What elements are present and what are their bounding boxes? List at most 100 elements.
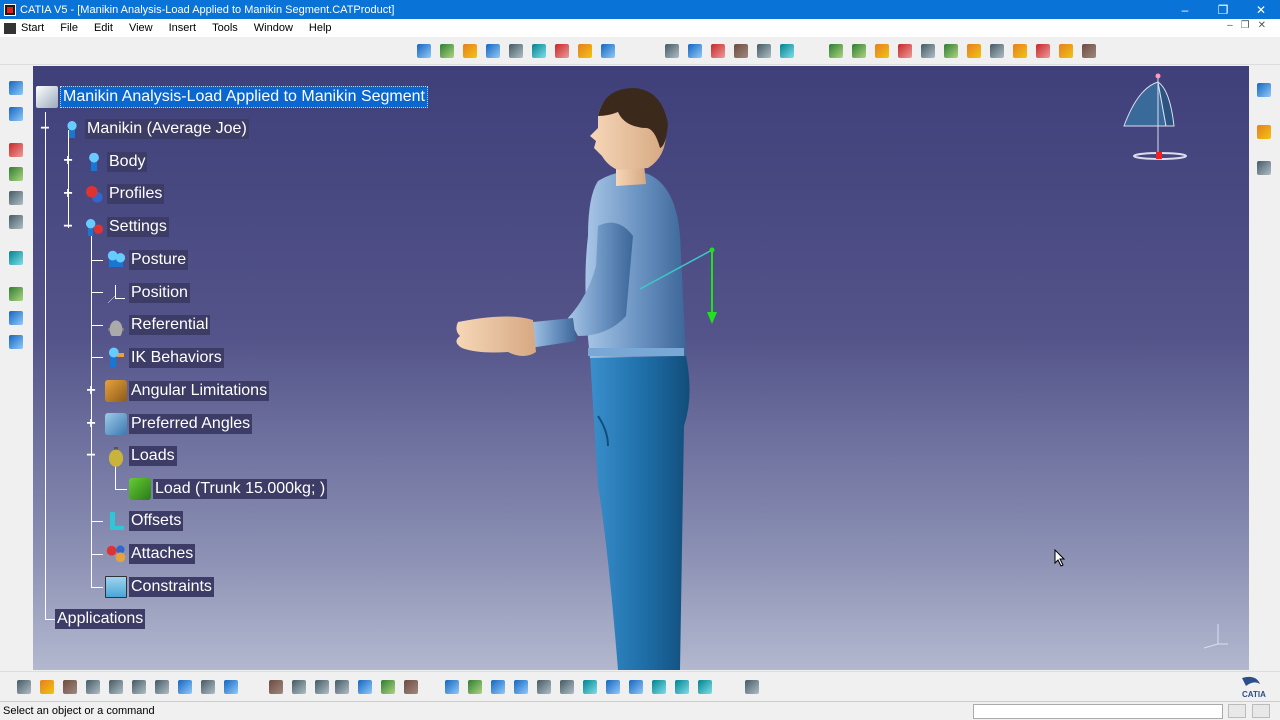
catalog-browser-icon[interactable]: [378, 677, 398, 697]
reset-icon[interactable]: [731, 41, 751, 61]
tree-item-loads-label[interactable]: Loads: [129, 446, 177, 466]
whats-this-icon[interactable]: [221, 677, 241, 697]
tree-item-body-label[interactable]: Body: [107, 152, 148, 172]
grid-icon[interactable]: [332, 677, 352, 697]
save-file-icon[interactable]: [60, 677, 80, 697]
spin-icon[interactable]: [6, 248, 26, 268]
minimize-button[interactable]: –: [1166, 3, 1204, 17]
start-menu-icon[interactable]: [4, 22, 16, 34]
command-input[interactable]: [973, 704, 1223, 719]
tree-item-offsets[interactable]: Offsets: [105, 508, 184, 534]
3d-viewport[interactable]: Manikin Analysis-Load Applied to Manikin…: [33, 66, 1249, 670]
tree-item-applications-label[interactable]: Applications: [55, 609, 146, 629]
formula-icon[interactable]: [266, 677, 286, 697]
tree-item-load-label[interactable]: Load (Trunk 15.000kg; ): [153, 479, 328, 499]
forward-kinematics-icon[interactable]: [460, 41, 480, 61]
collapse-loads-icon[interactable]: −: [84, 448, 98, 464]
manikin-settings-icon[interactable]: [1254, 158, 1274, 178]
tree-item-referential-label[interactable]: Referential: [129, 315, 211, 335]
menu-file[interactable]: File: [52, 22, 86, 34]
push-pull-icon[interactable]: [895, 41, 915, 61]
walk-icon[interactable]: [6, 104, 26, 124]
inverse-kinematics-icon[interactable]: [483, 41, 503, 61]
expand-angular-limitations-icon[interactable]: +: [84, 383, 98, 399]
knowledge-icon[interactable]: [312, 677, 332, 697]
tree-item-profiles[interactable]: Profiles: [83, 181, 165, 207]
attach-icon[interactable]: [708, 41, 728, 61]
help-question-icon[interactable]: [918, 41, 938, 61]
fit-all-icon[interactable]: [465, 677, 485, 697]
status-button-2[interactable]: [1252, 704, 1270, 718]
tree-item-profiles-label[interactable]: Profiles: [107, 184, 165, 204]
report-icon[interactable]: [1010, 41, 1030, 61]
tree-item-load[interactable]: Load (Trunk 15.000kg; ): [129, 476, 328, 502]
catalog-icon[interactable]: [1033, 41, 1053, 61]
tree-item-settings-label[interactable]: Settings: [107, 217, 169, 237]
close-button[interactable]: ✕: [1242, 3, 1280, 17]
tree-item-posture-label[interactable]: Posture: [129, 250, 189, 270]
swap-posture-icon[interactable]: [575, 41, 595, 61]
tree-item-angular-limitations[interactable]: Angular Limitations: [105, 378, 270, 404]
posture-analysis-icon[interactable]: [598, 41, 618, 61]
status-button-1[interactable]: [1228, 704, 1246, 718]
menu-view[interactable]: View: [121, 22, 161, 34]
new-file-icon[interactable]: [14, 677, 34, 697]
carry-analysis-icon[interactable]: [872, 41, 892, 61]
snap-icon[interactable]: [685, 41, 705, 61]
measure-icon[interactable]: [6, 164, 26, 184]
load-icon[interactable]: [826, 41, 846, 61]
tree-item-angular-limitations-label[interactable]: Angular Limitations: [129, 381, 270, 401]
section-icon[interactable]: [6, 212, 26, 232]
anthropometry-icon[interactable]: [6, 140, 26, 160]
collapse-manikin-icon[interactable]: −: [38, 121, 52, 137]
place-mode-icon[interactable]: [662, 41, 682, 61]
manikin-tools-icon[interactable]: [414, 41, 434, 61]
tree-item-applications[interactable]: Applications: [55, 606, 146, 632]
offset-icon[interactable]: [777, 41, 797, 61]
catia-app-icon[interactable]: [4, 3, 16, 16]
reach-envelope-icon[interactable]: [506, 41, 526, 61]
biomechanics-icon[interactable]: [964, 41, 984, 61]
hide-show-icon[interactable]: [672, 677, 692, 697]
menu-start[interactable]: Start: [16, 22, 52, 34]
tree-item-manikin[interactable]: Manikin (Average Joe): [61, 116, 249, 142]
shading-icon[interactable]: [649, 677, 669, 697]
menu-edit[interactable]: Edit: [86, 22, 121, 34]
document-window-controls[interactable]: –❐✕: [1227, 20, 1274, 31]
tree-item-ik-behaviors[interactable]: IK Behaviors: [105, 345, 224, 371]
rotate-icon[interactable]: [511, 677, 531, 697]
tree-root[interactable]: Manikin Analysis-Load Applied to Manikin…: [36, 84, 428, 110]
clash-icon[interactable]: [6, 188, 26, 208]
vision-icon[interactable]: [529, 41, 549, 61]
tree-item-preferred-angles[interactable]: Preferred Angles: [105, 411, 253, 437]
open-folder-icon[interactable]: [1056, 41, 1076, 61]
tree-item-attaches-label[interactable]: Attaches: [129, 544, 196, 564]
constraints-icon[interactable]: [754, 41, 774, 61]
swap-visible-space-icon[interactable]: [695, 677, 715, 697]
open-file-icon[interactable]: [37, 677, 57, 697]
tree-root-label[interactable]: Manikin Analysis-Load Applied to Manikin…: [60, 86, 428, 108]
measure-between-icon[interactable]: [401, 677, 421, 697]
tree-item-attaches[interactable]: Attaches: [105, 541, 196, 567]
human-activity-icon[interactable]: [1254, 80, 1274, 100]
tree-item-manikin-label[interactable]: Manikin (Average Joe): [85, 119, 249, 139]
tree-item-posture[interactable]: Posture: [105, 247, 189, 273]
tree-item-position[interactable]: Position: [105, 280, 190, 306]
save-icon[interactable]: [1079, 41, 1099, 61]
copy-icon[interactable]: [129, 677, 149, 697]
vision-window-icon[interactable]: [6, 284, 26, 304]
tree-item-loads[interactable]: Loads: [105, 443, 177, 469]
isometric-view-icon[interactable]: [626, 677, 646, 697]
manikin-builder-icon[interactable]: [6, 78, 26, 98]
cut-icon[interactable]: [106, 677, 126, 697]
tree-item-position-label[interactable]: Position: [129, 283, 190, 303]
rula-analysis-icon[interactable]: [941, 41, 961, 61]
distance-icon[interactable]: [6, 332, 26, 352]
compass-tool-icon[interactable]: [6, 308, 26, 328]
select-icon[interactable]: [1254, 122, 1274, 142]
print-icon[interactable]: [83, 677, 103, 697]
menu-window[interactable]: Window: [246, 22, 301, 34]
menu-insert[interactable]: Insert: [161, 22, 205, 34]
tree-item-offsets-label[interactable]: Offsets: [129, 511, 184, 531]
undo-icon[interactable]: [175, 677, 195, 697]
